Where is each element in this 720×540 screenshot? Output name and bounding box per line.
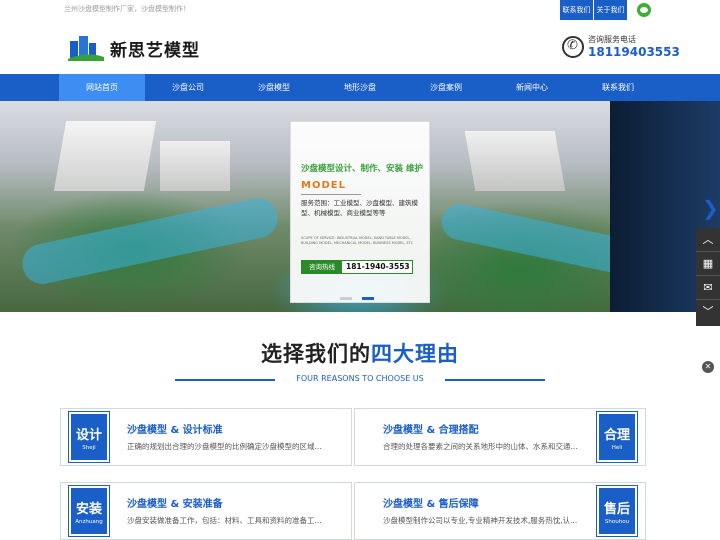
reason-card-aftersales[interactable]: 售后 Shouhou 沙盘模型 & 售后保障 沙盘模型制作公司以专业,专业精神开… [354, 482, 646, 540]
building-logo-icon [68, 36, 104, 61]
wechat-icon[interactable] [637, 3, 651, 17]
section-subtitle-text: FOUR REASONS TO CHOOSE US [296, 374, 424, 383]
hotline-label: 咨询服务电话 [588, 35, 636, 44]
reason-desc: 沙盘模型制作公司以专业,专业精神开发技术,服务热忱,认... [383, 516, 578, 525]
nav-home[interactable]: 网站首页 [59, 74, 145, 101]
card-hotline-label: 咨询热线 [302, 261, 342, 273]
qrcode-icon[interactable]: ▦ [696, 252, 720, 276]
reason-badge: 安装 Anzhuang [68, 485, 110, 537]
nav-news[interactable]: 新闻中心 [489, 74, 575, 101]
section-title: 选择我们的四大理由 [0, 338, 720, 368]
nav-cases[interactable]: 沙盘案例 [403, 74, 489, 101]
nav-sand-table-model[interactable]: 沙盘模型 [231, 74, 317, 101]
nav-company[interactable]: 沙盘公司 [145, 74, 231, 101]
divider [445, 379, 545, 381]
reason-desc: 正确的规划出合理的沙盘模型的比例确定沙盘模型的区域... [127, 442, 322, 451]
header-hotline: 咨询服务电话 18119403553 [562, 34, 712, 64]
floating-toolbar: ︿ ▦ ✉ ﹀ [696, 228, 720, 326]
badge-en: Shouhou [604, 519, 630, 525]
section-subtitle: FOUR REASONS TO CHOOSE US [0, 374, 720, 383]
slide-dot-active[interactable] [362, 297, 374, 300]
tagline: 兰州沙盘模型制作厂家，沙盘模型制作！ [64, 5, 190, 13]
reason-desc: 合理的处理各要素之间的关系地形中的山体、水系和交通... [383, 442, 578, 451]
hero-banner[interactable]: 沙盘模型设计、制作、安装 维护 MODEL 服务范围：工业模型、沙盘模型、建筑模… [0, 101, 720, 312]
banner-card: 沙盘模型设计、制作、安装 维护 MODEL 服务范围：工业模型、沙盘模型、建筑模… [290, 121, 430, 303]
reason-card-install[interactable]: 安装 Anzhuang 沙盘模型 & 安装准备 沙盘安装做准备工作，包括：材料、… [60, 482, 352, 540]
site-header: 新思艺模型 咨询服务电话 18119403553 [0, 20, 720, 74]
reason-badge: 设计 Sheji [68, 411, 110, 463]
about-us-link[interactable]: 关于我们 [594, 0, 627, 20]
main-nav: 网站首页 沙盘公司 沙盘模型 地形沙盘 沙盘案例 新闻中心 联系我们 [0, 74, 720, 101]
card-hotline-number: 181-1940-3553 [346, 262, 410, 271]
chevron-down-icon[interactable]: ﹀ [696, 300, 720, 324]
model-building [160, 141, 230, 191]
badge-en: Heli [611, 445, 623, 451]
logo[interactable]: 新思艺模型 [66, 31, 216, 65]
nav-contact[interactable]: 联系我们 [575, 74, 661, 101]
badge-cn: 安装 [75, 502, 102, 517]
card-hotline[interactable]: 咨询热线 181-1940-3553 [301, 260, 413, 274]
badge-en: Anzhuang [75, 519, 103, 525]
model-building [464, 131, 566, 191]
reason-title[interactable]: 沙盘模型 & 售后保障 [383, 495, 479, 510]
badge-cn: 售后 [603, 502, 630, 517]
badge-cn: 合理 [603, 428, 630, 443]
reason-badge: 售后 Shouhou [596, 485, 638, 537]
divider [175, 379, 275, 381]
reason-desc: 沙盘安装做准备工作，包括：材料、工具和资料的准备工... [127, 516, 322, 525]
wechat-icon[interactable]: ✉ [696, 276, 720, 300]
model-building [53, 121, 157, 191]
section-title-highlight: 四大理由 [371, 341, 459, 366]
chevron-right-icon[interactable]: ❯ [702, 196, 719, 220]
reason-card-design[interactable]: 设计 Sheji 沙盘模型 & 设计标准 正确的规划出合理的沙盘模型的比例确定沙… [60, 408, 352, 466]
section-title-prefix: 选择我们的 [261, 341, 371, 366]
reason-card-reasonable[interactable]: 合理 Heli 沙盘模型 & 合理搭配 合理的处理各要素之间的关系地形中的山体、… [354, 408, 646, 466]
badge-cn: 设计 [75, 428, 102, 443]
hotline-number[interactable]: 18119403553 [588, 45, 680, 59]
nav-terrain-sand-table[interactable]: 地形沙盘 [317, 74, 403, 101]
reason-title[interactable]: 沙盘模型 & 设计标准 [127, 421, 223, 436]
card-title: 沙盘模型设计、制作、安装 维护 [301, 164, 423, 174]
card-scope: 服务范围：工业模型、沙盘模型、建筑模型、机械模型、商业模型等等 [301, 199, 418, 217]
reason-badge: 合理 Heli [596, 411, 638, 463]
reason-title[interactable]: 沙盘模型 & 合理搭配 [383, 421, 479, 436]
chevron-up-icon[interactable]: ︿ [696, 228, 720, 252]
slide-dot[interactable] [340, 297, 352, 300]
phone-icon [562, 36, 584, 58]
contact-us-link[interactable]: 联系我们 [560, 0, 593, 20]
top-bar: 兰州沙盘模型制作厂家，沙盘模型制作！ 联系我们 关于我们 [0, 0, 720, 20]
divider [301, 194, 361, 195]
slide-dots [340, 297, 380, 301]
badge-en: Sheji [82, 445, 96, 451]
card-model-label: MODEL [301, 180, 346, 191]
brand-name: 新思艺模型 [110, 41, 200, 61]
card-scope-en: SCOPE OF SERVICE: INDUSTRIAL MODEL, SAND… [301, 236, 414, 245]
reason-title[interactable]: 沙盘模型 & 安装准备 [127, 495, 223, 510]
